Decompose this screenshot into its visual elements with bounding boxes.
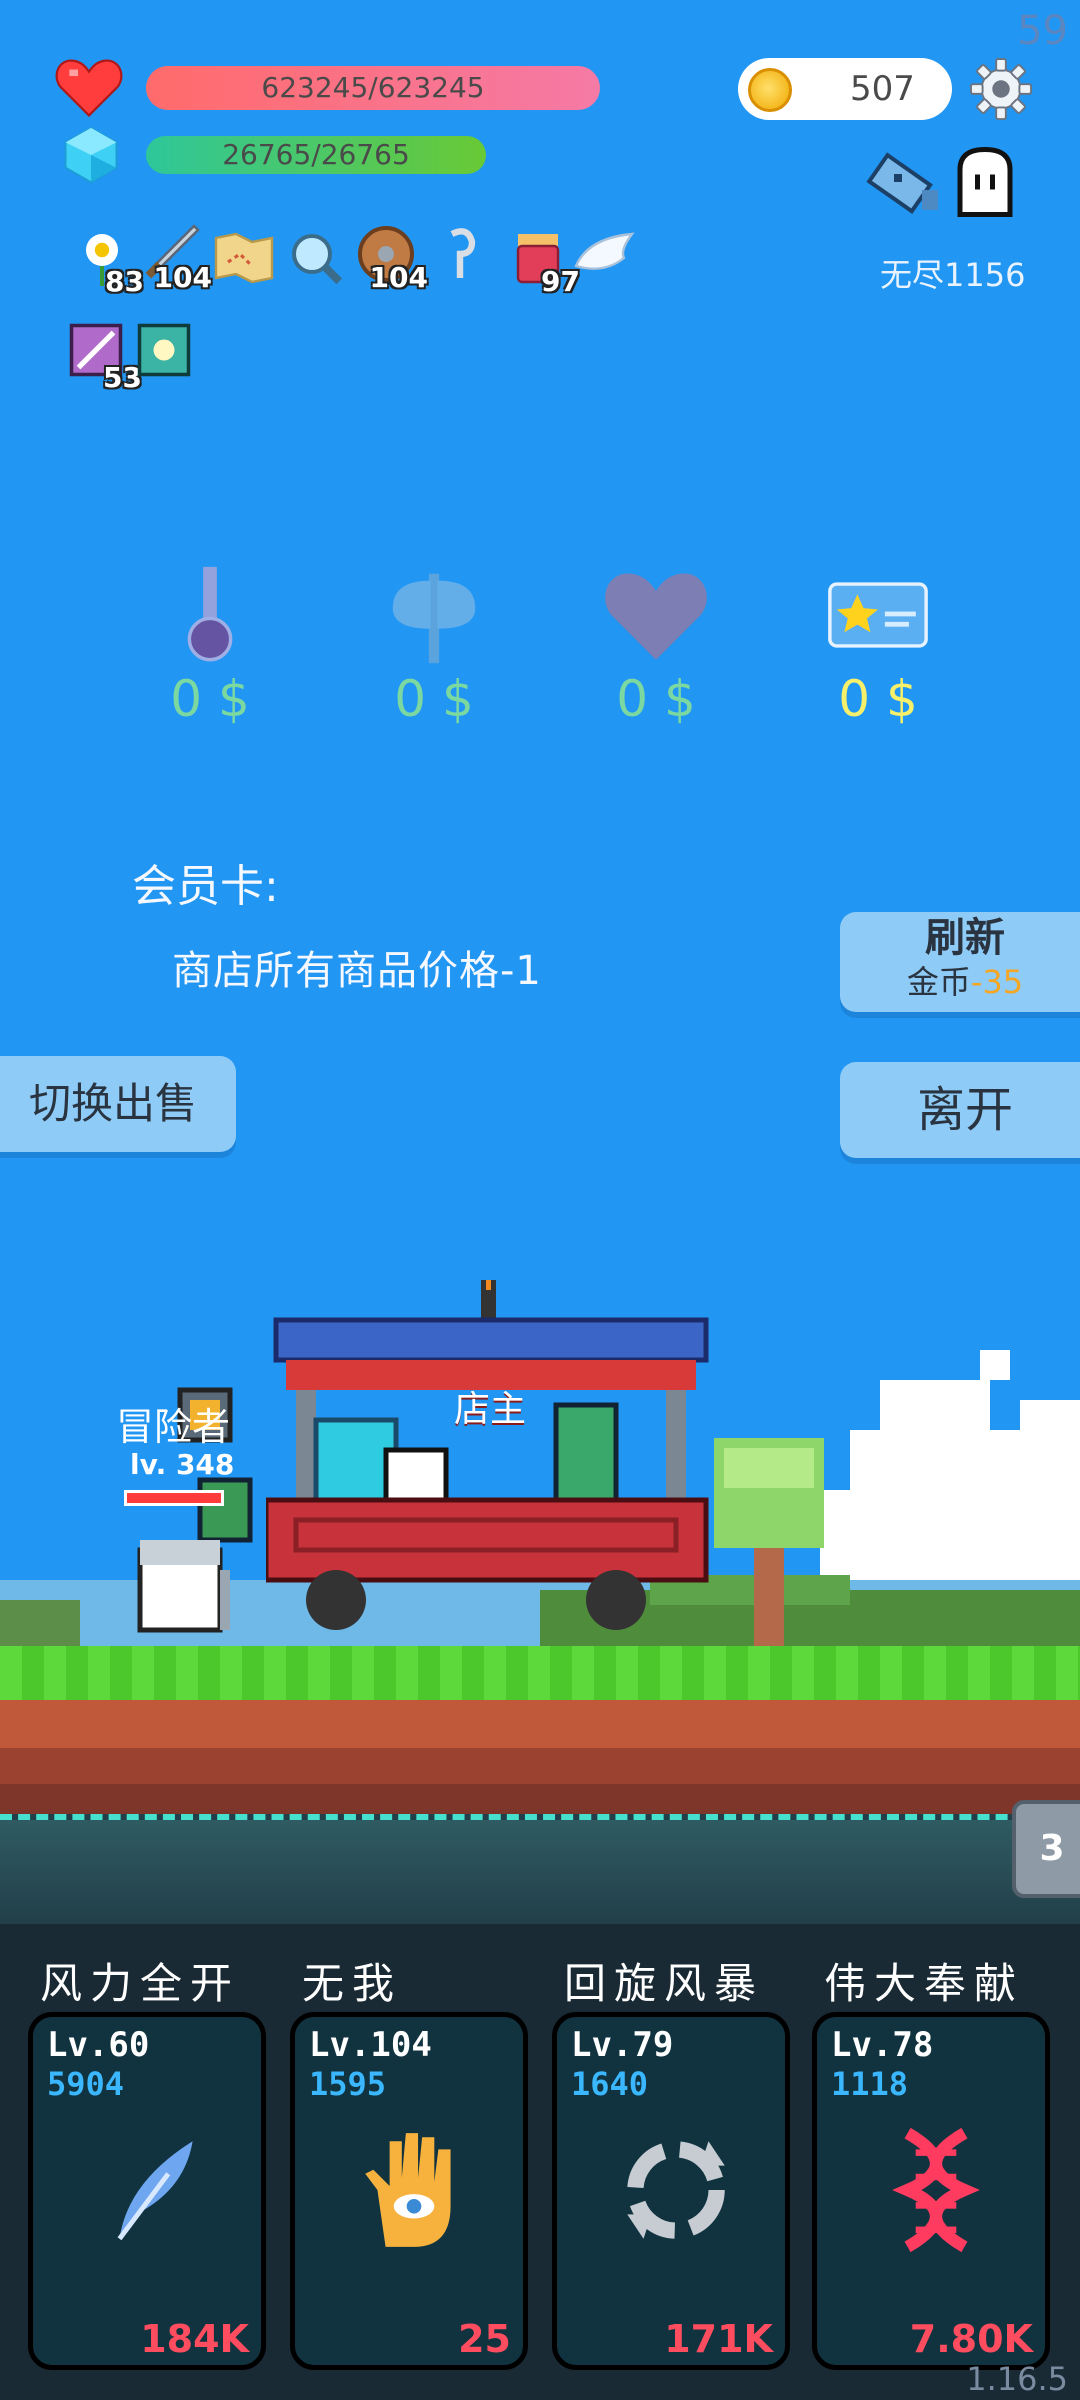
shop-slot-price: 0 $ — [394, 670, 474, 728]
skill-level: Lv.60 — [47, 2025, 150, 2065]
item-jar[interactable]: 97 — [506, 226, 580, 298]
heart-icon — [605, 573, 707, 660]
shop-slot-member-card[interactable]: 0 $ — [818, 560, 938, 728]
fish-pet-icon — [866, 152, 938, 214]
dna-icon — [892, 2127, 980, 2253]
skill-level: Lv.104 — [309, 2025, 432, 2065]
switch-sell-button[interactable]: 切换出售 — [0, 1056, 236, 1152]
shop-cart-sprite — [266, 1280, 709, 1630]
skill-cost: 7.80K — [909, 2317, 1033, 2361]
leave-button[interactable]: 离开 — [840, 1062, 1080, 1158]
item-magnifier[interactable] — [284, 226, 348, 290]
feather-icon — [117, 2141, 193, 2241]
skill-cost: 171K — [664, 2317, 773, 2361]
eye-hand-icon — [365, 2133, 451, 2247]
coin-icon — [748, 68, 792, 112]
item-shield[interactable]: 104 — [354, 222, 428, 294]
refresh-cost-label: 金币 — [906, 963, 971, 1001]
item-count: 104 — [369, 261, 428, 294]
shop-slot-heart[interactable]: 0 $ — [596, 560, 716, 728]
potion-icon — [187, 566, 233, 662]
star-card-icon — [828, 582, 928, 648]
skill-name: 伟大奉献 — [824, 1959, 1025, 2008]
shop-slot-axe[interactable]: 0 $ — [374, 560, 494, 728]
heart-icon — [55, 59, 123, 117]
item-hook[interactable] — [428, 222, 492, 286]
player-level: lv. 348 — [130, 1448, 235, 1481]
hook-icon — [450, 228, 476, 278]
skill-value: 1118 — [831, 2065, 909, 2103]
endless-wave-label: 无尽1156 — [880, 256, 1026, 294]
item-sword[interactable]: 104 — [138, 222, 212, 294]
wing-icon — [574, 232, 635, 270]
skill-level: Lv.79 — [571, 2025, 674, 2065]
skill-name: 回旋风暴 — [564, 1959, 765, 2008]
skill-cost: 25 — [458, 2317, 511, 2361]
skill-level: Lv.78 — [831, 2025, 934, 2065]
skill-card-whirlwind[interactable]: Lv.79 1640 171K — [552, 2012, 790, 2370]
shop-slot-price: 0 $ — [616, 670, 696, 728]
member-card-title: 会员卡: — [132, 861, 279, 912]
item-count: 104 — [153, 261, 212, 294]
skill-value: 1595 — [309, 2065, 387, 2103]
player-name: 冒险者 — [116, 1405, 231, 1449]
skill-value: 5904 — [47, 2065, 125, 2103]
item-flower[interactable]: 83 — [70, 226, 144, 298]
cycle-icon — [627, 2141, 725, 2239]
item-scroll[interactable]: 53 — [68, 322, 142, 394]
shop-slot-price: 0 $ — [838, 670, 918, 728]
water-strip — [0, 1814, 1080, 1924]
skill-card-selfless[interactable]: Lv.104 1595 25 — [290, 2012, 528, 2370]
gem-icon — [64, 126, 118, 184]
skill-name: 无我 — [302, 1959, 403, 2008]
member-card-description: 商店所有商品价格-1 — [172, 948, 542, 994]
version-label: 1.16.5 — [966, 2360, 1068, 2398]
skill-card-devotion[interactable]: Lv.78 1118 7.80K — [812, 2012, 1050, 2370]
skill-name: 风力全开 — [40, 1959, 241, 2008]
mana-bar: 26765/26765 — [146, 136, 486, 174]
dirt-ground — [0, 1700, 1080, 1820]
shop-slot-potion[interactable]: 0 $ — [150, 560, 270, 728]
ghost-pet-icon — [957, 146, 1013, 217]
refresh-cost: -35 — [970, 963, 1024, 1001]
magnifier-icon — [292, 234, 343, 285]
refresh-button[interactable]: 刷新 金币-35 — [840, 912, 1080, 1012]
refresh-label: 刷新 — [925, 915, 1005, 961]
item-lamp-card[interactable] — [136, 322, 200, 386]
hp-bar: 623245/623245 — [146, 66, 600, 110]
map-icon — [214, 232, 274, 284]
shopkeeper-label: 店主 — [454, 1389, 527, 1430]
skill-value: 1640 — [571, 2065, 649, 2103]
wave-counter-badge[interactable]: 3 — [1012, 1800, 1080, 1898]
settings-gear-icon[interactable] — [970, 58, 1032, 120]
axe-icon — [392, 573, 476, 664]
skill-card-wind[interactable]: Lv.60 5904 184K — [28, 2012, 266, 2370]
shop-slot-price: 0 $ — [170, 670, 250, 728]
lamp-card-icon — [137, 323, 191, 377]
player-health-bar — [124, 1490, 224, 1506]
item-wing[interactable] — [572, 222, 636, 286]
skill-cost: 184K — [140, 2317, 249, 2361]
fps-counter: 59 — [1017, 8, 1068, 54]
item-map[interactable] — [212, 226, 276, 290]
grass-ground — [0, 1646, 1080, 1702]
